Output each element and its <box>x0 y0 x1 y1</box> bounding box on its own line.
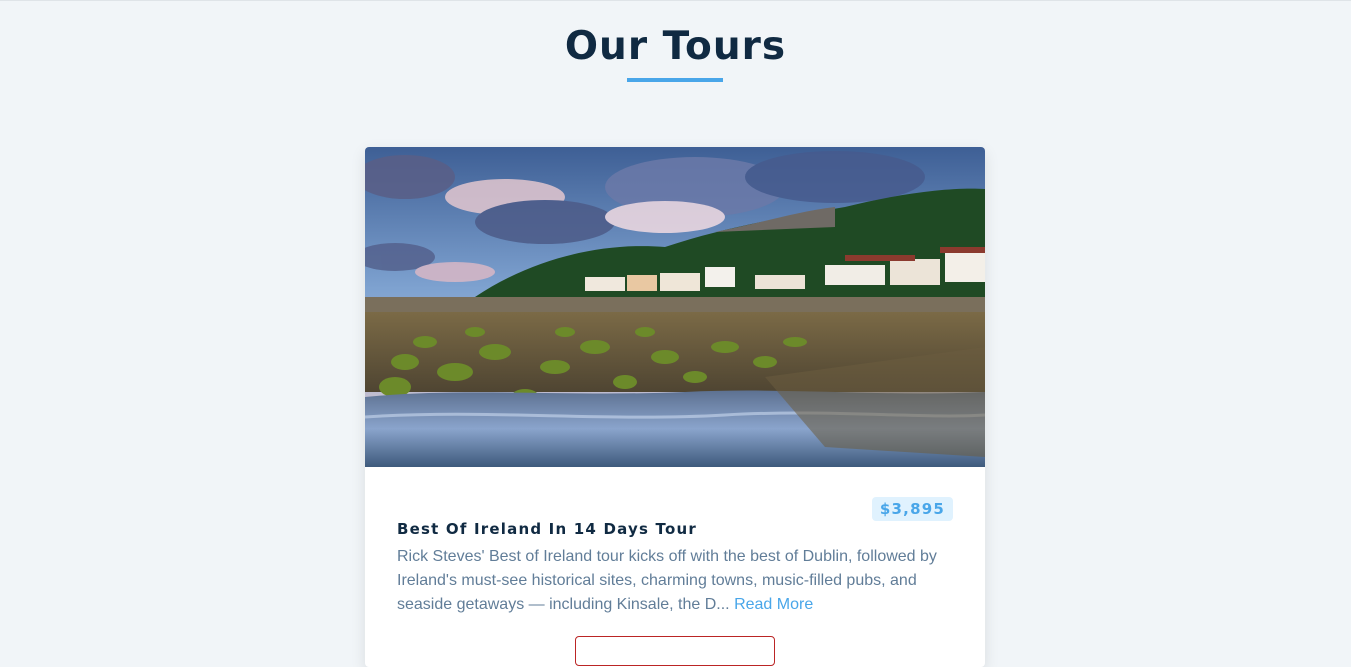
tour-name: Best Of Ireland In 14 Days Tour <box>397 519 697 538</box>
remove-tour-button[interactable] <box>575 636 775 666</box>
read-more-link[interactable]: Read More <box>734 596 813 613</box>
tour-price: $3,895 <box>871 497 953 521</box>
tour-description: Rick Steves' Best of Ireland tour kicks … <box>397 545 953 617</box>
tour-description-text: Rick Steves' Best of Ireland tour kicks … <box>397 548 937 613</box>
title-underline <box>627 78 723 82</box>
page-title: Our Tours <box>564 24 787 69</box>
tour-card: Best Of Ireland In 14 Days Tour $3,895 R… <box>365 147 985 667</box>
tour-image <box>365 147 985 467</box>
top-border <box>0 0 1351 1</box>
